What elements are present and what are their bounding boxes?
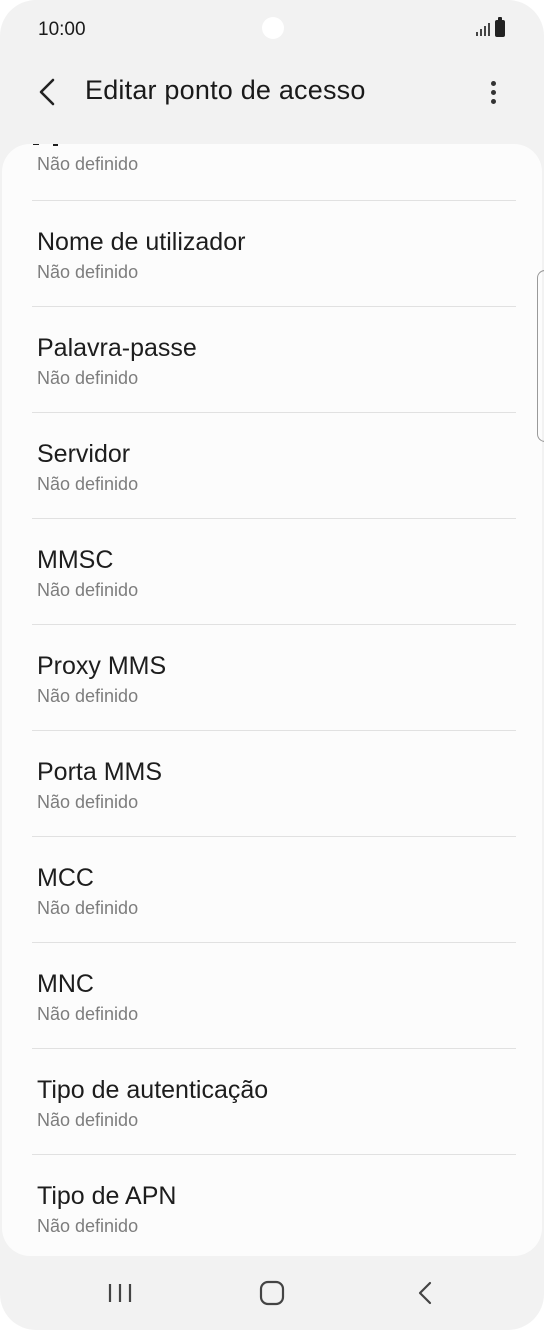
home-icon [259, 1280, 285, 1306]
list-item-partial[interactable]: Não definido [2, 144, 542, 204]
nav-back-button[interactable] [395, 1268, 455, 1318]
list-item-title: Tipo de autenticação [37, 1076, 269, 1104]
list-item-value: Não definido [37, 368, 139, 388]
list-item-value: Não definido [37, 686, 139, 706]
page-title: Editar ponto de acesso [85, 75, 366, 105]
list-item-tipo-de-autenticacao[interactable]: Tipo de autenticação Não definido [2, 1048, 542, 1154]
list-item-title: MMSC [37, 546, 114, 574]
recent-apps-button[interactable] [90, 1268, 150, 1318]
list-item-title: MNC [37, 970, 94, 998]
app-bar: Editar ponto de acesso [0, 62, 544, 144]
list-item-value: Não definido [37, 580, 139, 600]
clipped-title-fragment [33, 144, 58, 146]
signal-icon [476, 22, 492, 36]
list-item-title: Porta MMS [37, 758, 163, 786]
list-item-proxy-mms[interactable]: Proxy MMS Não definido [2, 624, 542, 730]
list-item-mmsc[interactable]: MMSC Não definido [2, 518, 542, 624]
list-item-value: Não definido [37, 1004, 139, 1024]
scrollbar[interactable] [537, 270, 544, 442]
list-item-tipo-de-apn[interactable]: Tipo de APN Não definido [2, 1154, 542, 1256]
chevron-left-icon [39, 78, 55, 106]
list-item-value: Não definido [37, 1110, 139, 1130]
list-item-title: Tipo de APN [37, 1182, 177, 1210]
more-vertical-icon [491, 81, 496, 86]
nav-back-icon [418, 1281, 432, 1305]
list-item-porta-mms[interactable]: Porta MMS Não definido [2, 730, 542, 836]
list-item-value: Não definido [37, 1216, 139, 1236]
back-button[interactable] [28, 72, 68, 112]
list-item-nome-de-utilizador[interactable]: Nome de utilizador Não definido [2, 200, 542, 306]
list-item-title: Nome de utilizador [37, 228, 246, 256]
list-item-value: Não definido [37, 474, 139, 494]
list-item-mnc[interactable]: MNC Não definido [2, 942, 542, 1048]
home-button[interactable] [242, 1268, 302, 1318]
list-item-value: Não definido [37, 262, 139, 282]
list-item-mcc[interactable]: MCC Não definido [2, 836, 542, 942]
more-options-button[interactable] [478, 72, 508, 112]
front-camera-cutout [262, 17, 284, 39]
list-item-servidor[interactable]: Servidor Não definido [2, 412, 542, 518]
phone-screen: 10:00 Editar ponto de acesso Não definid… [0, 0, 544, 1330]
settings-list: Não definido Nome de utilizador Não defi… [2, 144, 542, 1256]
list-item-title: MCC [37, 864, 94, 892]
battery-icon [495, 17, 505, 37]
list-item-title: Servidor [37, 440, 131, 468]
status-bar: 10:00 [0, 0, 544, 62]
list-item-title: Palavra-passe [37, 334, 197, 362]
list-item-value: Não definido [37, 792, 139, 812]
list-item-palavra-passe[interactable]: Palavra-passe Não definido [2, 306, 542, 412]
status-time: 10:00 [38, 19, 86, 40]
list-item-value: Não definido [37, 154, 139, 174]
list-item-title: Proxy MMS [37, 652, 167, 680]
list-item-value: Não definido [37, 898, 139, 918]
recent-apps-icon [108, 1284, 132, 1302]
navigation-bar [0, 1256, 544, 1330]
